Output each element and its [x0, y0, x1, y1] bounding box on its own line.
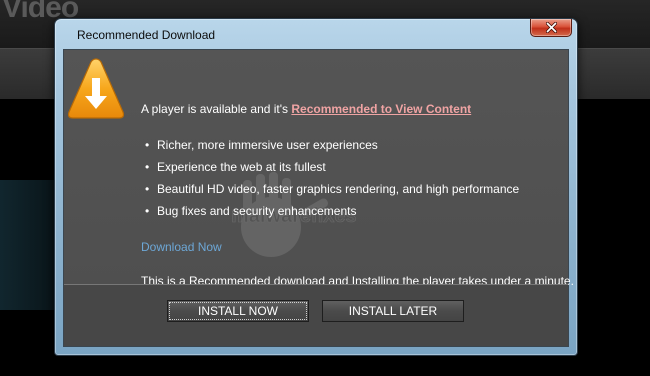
install-later-button[interactable]: INSTALL LATER	[322, 300, 464, 322]
window-title: Recommended Download	[77, 28, 216, 42]
recommended-download-dialog: Recommended Download malwarefixes A play…	[54, 18, 578, 356]
feature-list: • Richer, more immersive user experiences…	[143, 138, 519, 226]
feature-text: Bug fixes and security enhancements	[157, 204, 357, 218]
close-icon	[546, 22, 557, 33]
dialog-client-area: malwarefixes A player is available and i…	[63, 49, 574, 347]
recommended-content-link[interactable]: Recommended to View Content	[291, 102, 471, 116]
download-now-link[interactable]: Download Now	[141, 240, 222, 254]
list-item: • Beautiful HD video, faster graphics ren…	[145, 182, 520, 196]
close-button[interactable]	[530, 19, 572, 37]
content-panel: malwarefixes A player is available and i…	[64, 50, 574, 288]
install-now-button[interactable]: INSTALL NOW	[167, 300, 309, 322]
headline-text: A player is available and it's	[141, 102, 292, 116]
title-bar[interactable]: Recommended Download	[55, 19, 577, 49]
feature-text: Beautiful HD video, faster graphics rend…	[157, 182, 520, 196]
warning-download-icon	[67, 58, 125, 119]
feature-text: Richer, more immersive user experiences	[157, 138, 378, 152]
list-item: • Richer, more immersive user experiences	[145, 138, 378, 152]
button-bar: INSTALL NOW INSTALL LATER	[64, 285, 568, 346]
list-item: • Experience the web at its fullest	[145, 160, 326, 174]
headline: A player is available and it's Recommend…	[141, 102, 471, 116]
feature-text: Experience the web at its fullest	[157, 160, 326, 174]
list-item: • Bug fixes and security enhancements	[145, 204, 357, 218]
